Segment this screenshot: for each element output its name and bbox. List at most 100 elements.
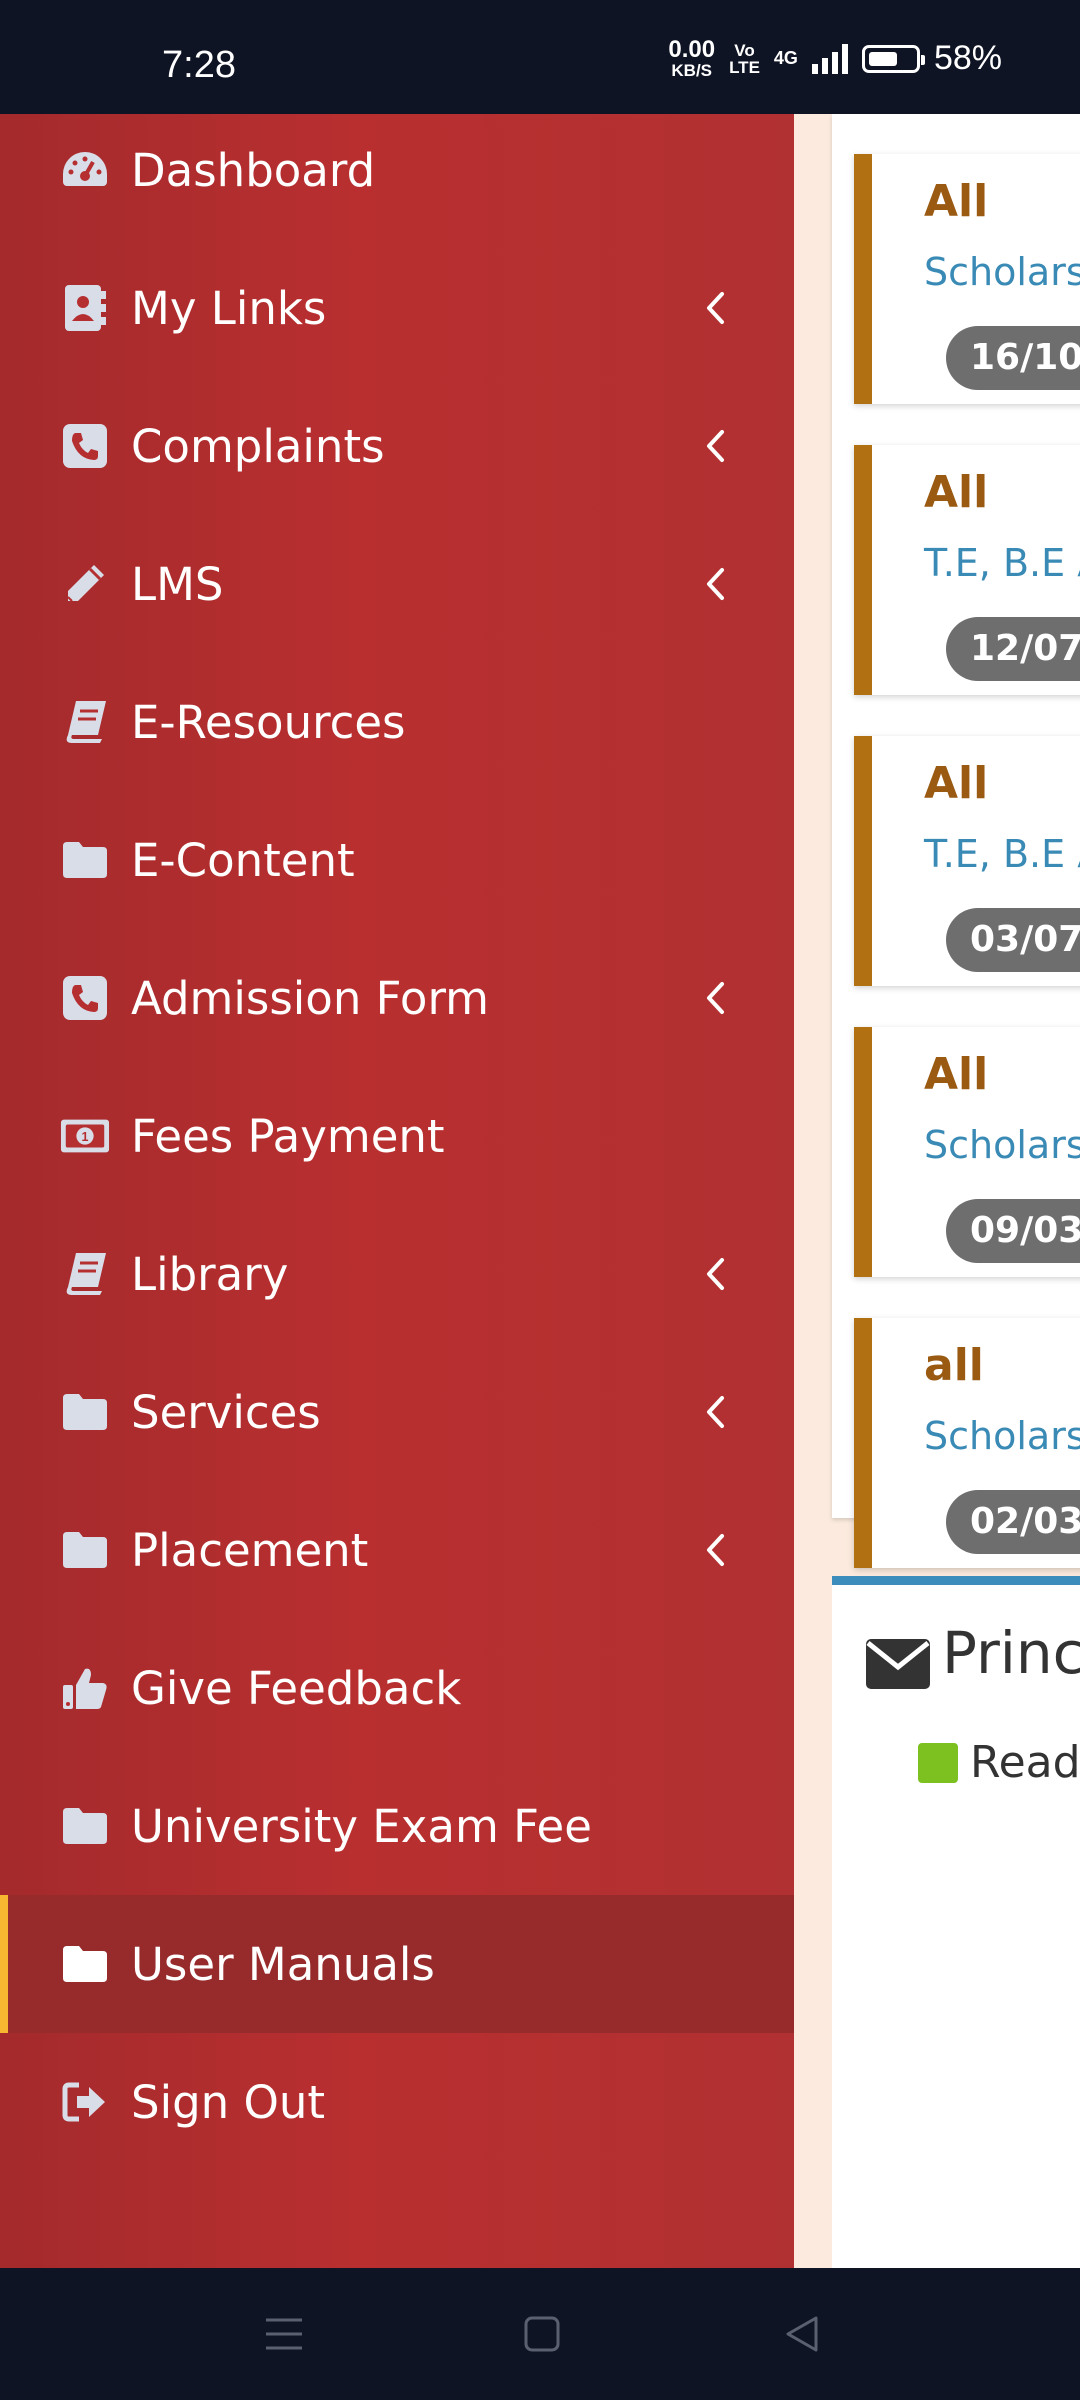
read-legend-label: Read <box>970 1737 1080 1788</box>
folder-icon <box>60 1387 110 1437</box>
notice-audience: Scholars <box>924 1123 1080 1167</box>
chevron-left-icon <box>700 564 730 604</box>
sidebar-menu: Dashboard My Links Complaints LMS E-Resource… <box>0 114 794 2268</box>
phone-icon <box>60 421 110 471</box>
notice-title: All <box>924 1049 989 1100</box>
sidebar-item-user-manuals[interactable]: User Manuals <box>0 1895 794 2033</box>
sidebar-item-give-feedback[interactable]: Give Feedback <box>0 1619 794 1757</box>
active-indicator <box>0 1895 8 2033</box>
menu-icon[interactable] <box>254 2304 314 2364</box>
sidebar-item-label: Give Feedback <box>131 1661 462 1715</box>
svg-text:1: 1 <box>82 1130 89 1144</box>
status-bar: 7:28 0.00 KB/S Vo LTE 4G 58% <box>0 0 1080 114</box>
notice-audience: T.E, B.E A <box>924 541 1080 585</box>
sidebar-item-label: User Manuals <box>131 1937 435 1991</box>
status-icons: 0.00 KB/S Vo LTE 4G 58% <box>668 36 1002 80</box>
volte-bottom: LTE <box>729 57 760 77</box>
sidebar-item-e-resources[interactable]: E-Resources <box>0 653 794 791</box>
folder-icon <box>60 1801 110 1851</box>
notice-date: 02/03/ <box>946 1490 1080 1554</box>
sidebar-item-library[interactable]: Library <box>0 1205 794 1343</box>
folder-icon <box>60 1525 110 1575</box>
sidebar-item-dashboard[interactable]: Dashboard <box>0 114 794 239</box>
sign-out-icon <box>60 2077 110 2127</box>
money-icon: 1 <box>60 1111 110 1161</box>
sidebar-item-label: University Exam Fee <box>131 1799 592 1853</box>
sidebar-item-lms[interactable]: LMS <box>0 515 794 653</box>
notice-item[interactable]: All T.E, B.E A 03/07/ <box>854 736 1080 986</box>
read-legend-swatch <box>918 1743 958 1783</box>
sidebar-item-e-content[interactable]: E-Content <box>0 791 794 929</box>
folder-open-icon <box>60 1939 110 1989</box>
sidebar-item-label: Services <box>131 1385 321 1439</box>
address-book-icon <box>60 283 110 333</box>
chevron-left-icon <box>700 1392 730 1432</box>
notice-date: 09/03/ <box>946 1199 1080 1263</box>
notice-title: All <box>924 176 989 227</box>
network-speed: 0.00 KB/S <box>668 36 716 80</box>
volte-indicator: Vo LTE <box>729 42 760 76</box>
sidebar-item-university-exam-fee[interactable]: University Exam Fee <box>0 1757 794 1895</box>
chevron-left-icon <box>700 426 730 466</box>
folder-icon <box>60 835 110 885</box>
network-speed-unit: KB/S <box>671 61 713 80</box>
back-icon[interactable] <box>772 2304 832 2364</box>
sidebar-item-label: Complaints <box>131 419 385 473</box>
main-content: All Scholars 16/10/All T.E, B.E A 12/07/All T… <box>794 114 1080 2268</box>
notice-accent-bar <box>854 1318 872 1568</box>
volte-top: Vo <box>734 40 755 60</box>
book-icon <box>60 697 110 747</box>
notice-item[interactable]: All T.E, B.E A 12/07/ <box>854 445 1080 695</box>
sidebar-item-my-links[interactable]: My Links <box>0 239 794 377</box>
dashboard-icon <box>60 145 110 195</box>
notice-accent-bar <box>854 1027 872 1277</box>
sidebar-item-label: Placement <box>131 1523 369 1577</box>
notice-item[interactable]: All Scholars 09/03/ <box>854 1027 1080 1277</box>
notice-audience: Scholars <box>924 1414 1080 1458</box>
envelope-icon <box>866 1639 930 1689</box>
battery-fill <box>868 51 897 66</box>
notice-item[interactable]: all Scholars 02/03/ <box>854 1318 1080 1568</box>
system-nav-bar <box>0 2268 1080 2400</box>
signal-icon <box>811 43 848 74</box>
notice-audience: Scholars <box>924 250 1080 294</box>
notice-accent-bar <box>854 445 872 695</box>
thumbs-up-icon <box>60 1663 110 1713</box>
notice-item[interactable]: All Scholars 16/10/ <box>854 154 1080 404</box>
sidebar-item-label: E-Resources <box>131 695 406 749</box>
network-type: 4G <box>773 48 798 68</box>
principal-panel: Princ Read <box>832 1576 1080 2268</box>
notice-date: 12/07/ <box>946 617 1080 681</box>
sidebar-item-fees-payment[interactable]: 1 Fees Payment <box>0 1067 794 1205</box>
sidebar-item-label: Library <box>131 1247 289 1301</box>
battery-percent: 58% <box>933 39 1002 77</box>
chevron-left-icon <box>700 288 730 328</box>
chevron-left-icon <box>700 978 730 1018</box>
phone-icon <box>60 973 110 1023</box>
principal-panel-title: Princ <box>942 1619 1080 1687</box>
chevron-left-icon <box>700 1530 730 1570</box>
sidebar-item-placement[interactable]: Placement <box>0 1481 794 1619</box>
sidebar-item-label: Admission Form <box>131 971 490 1025</box>
notice-date: 03/07/ <box>946 908 1080 972</box>
notice-audience: T.E, B.E A <box>924 832 1080 876</box>
notice-accent-bar <box>854 154 872 404</box>
sidebar-item-complaints[interactable]: Complaints <box>0 377 794 515</box>
network-speed-value: 0.00 <box>668 36 716 63</box>
book-icon <box>60 1249 110 1299</box>
sidebar-item-admission-form[interactable]: Admission Form <box>0 929 794 1067</box>
sidebar-item-services[interactable]: Services <box>0 1343 794 1481</box>
pencil-icon <box>60 559 110 609</box>
notice-date: 16/10/ <box>946 326 1080 390</box>
notice-title: all <box>924 1340 984 1391</box>
chevron-left-icon <box>700 1254 730 1294</box>
home-icon[interactable] <box>512 2304 572 2364</box>
sidebar-item-label: Sign Out <box>131 2075 326 2129</box>
status-time: 7:28 <box>162 44 236 86</box>
sidebar-item-sign-out[interactable]: Sign Out <box>0 2033 794 2171</box>
sidebar-item-label: My Links <box>131 281 327 335</box>
notice-accent-bar <box>854 736 872 986</box>
sidebar-item-label: Dashboard <box>131 143 376 197</box>
notice-title: All <box>924 467 989 518</box>
sidebar-item-label: LMS <box>131 557 224 611</box>
